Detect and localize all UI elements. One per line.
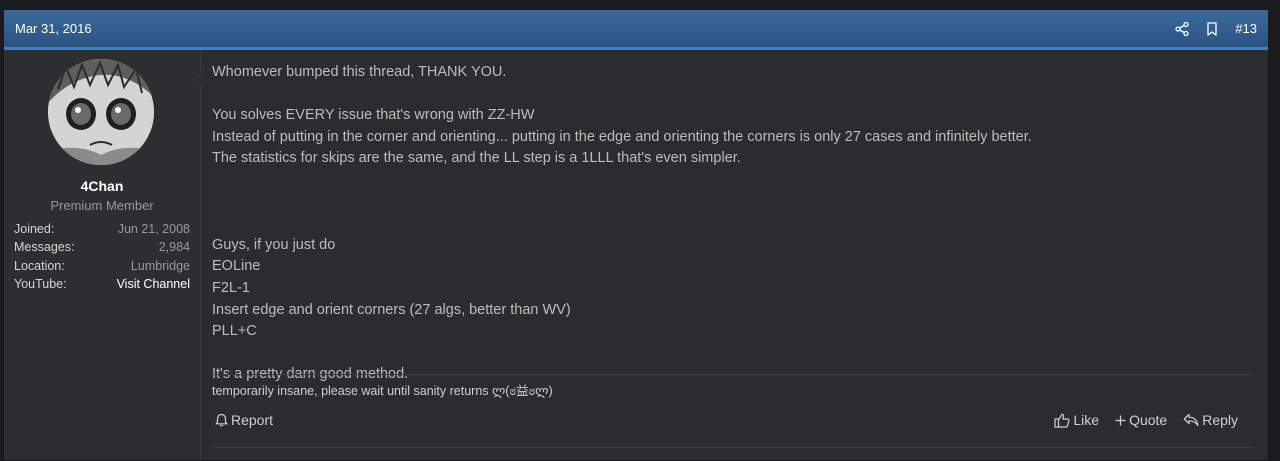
post-date[interactable]: Mar 31, 2016 [15,21,92,36]
reply-icon [1183,413,1199,427]
post-header-actions: #13 [1175,21,1257,36]
thumbs-up-icon [1054,413,1070,428]
message-line: F2L-1 [212,279,250,296]
post-actions: Like Quote Reply [1054,412,1238,428]
like-label: Like [1073,412,1100,428]
stat-location: Location: Lumbridge [14,257,190,275]
report-button[interactable]: Report [215,412,273,428]
message-body: Whomever bumped this thread, THANK YOU. … [212,62,1252,386]
post-container: Mar 31, 2016 #13 4Chan Premium Member Jo… [3,9,1269,461]
message-line [212,213,1252,235]
post-number-link[interactable]: #13 [1235,21,1257,36]
message-line: Insert edge and orient corners (27 algs,… [212,301,571,318]
quote-button[interactable]: Quote [1115,412,1167,428]
user-stats: Joined: Jun 21, 2008 Messages: 2,984 Loc… [14,220,190,293]
message-line: You solves EVERY issue that's wrong with… [212,107,535,124]
message-line [212,192,1252,214]
message-line: PLL+C [212,323,257,340]
avatar[interactable] [48,59,154,165]
report-label: Report [231,412,274,428]
username[interactable]: 4Chan [4,178,200,194]
message-arrow-inner [196,71,204,87]
stat-youtube: YouTube: Visit Channel [14,275,190,293]
signature-divider [212,374,1254,375]
stat-value: 2,984 [158,240,190,255]
reply-button[interactable]: Reply [1183,412,1238,428]
stat-value: Lumbridge [130,258,190,273]
share-icon[interactable] [1175,21,1189,36]
message-line: Guys, if you just do [212,236,336,253]
message-line [212,170,1252,192]
user-sidebar: 4Chan Premium Member Joined: Jun 21, 200… [4,50,201,460]
stat-value: Jun 21, 2008 [117,222,190,236]
message-line: EOLine [212,258,261,275]
stat-label: Location: [14,258,65,273]
message-line [212,343,1252,365]
bookmark-icon[interactable] [1205,21,1219,36]
reply-label: Reply [1202,412,1238,428]
flag-icon [215,413,228,427]
stat-label: Messages: [14,240,75,255]
stat-label: Joined: [14,222,55,236]
stat-joined: Joined: Jun 21, 2008 [14,220,190,238]
quote-label: Quote [1129,412,1168,428]
signature: temporarily insane, please wait until sa… [212,384,553,398]
plus-icon [1115,415,1126,426]
message-line [212,84,1252,106]
user-title: Premium Member [50,198,154,213]
message-line: The statistics for skips are the same, a… [212,150,741,167]
visit-channel-link[interactable]: Visit Channel [117,275,190,293]
stat-messages: Messages: 2,984 [14,238,190,256]
message-line: Instead of putting in the corner and ori… [212,128,1032,145]
message-line: Whomever bumped this thread, THANK YOU. [212,64,507,80]
like-button[interactable]: Like [1054,412,1099,428]
post-header: Mar 31, 2016 #13 [4,10,1268,50]
footer-divider [212,447,1254,448]
stat-label: YouTube: [14,276,67,291]
